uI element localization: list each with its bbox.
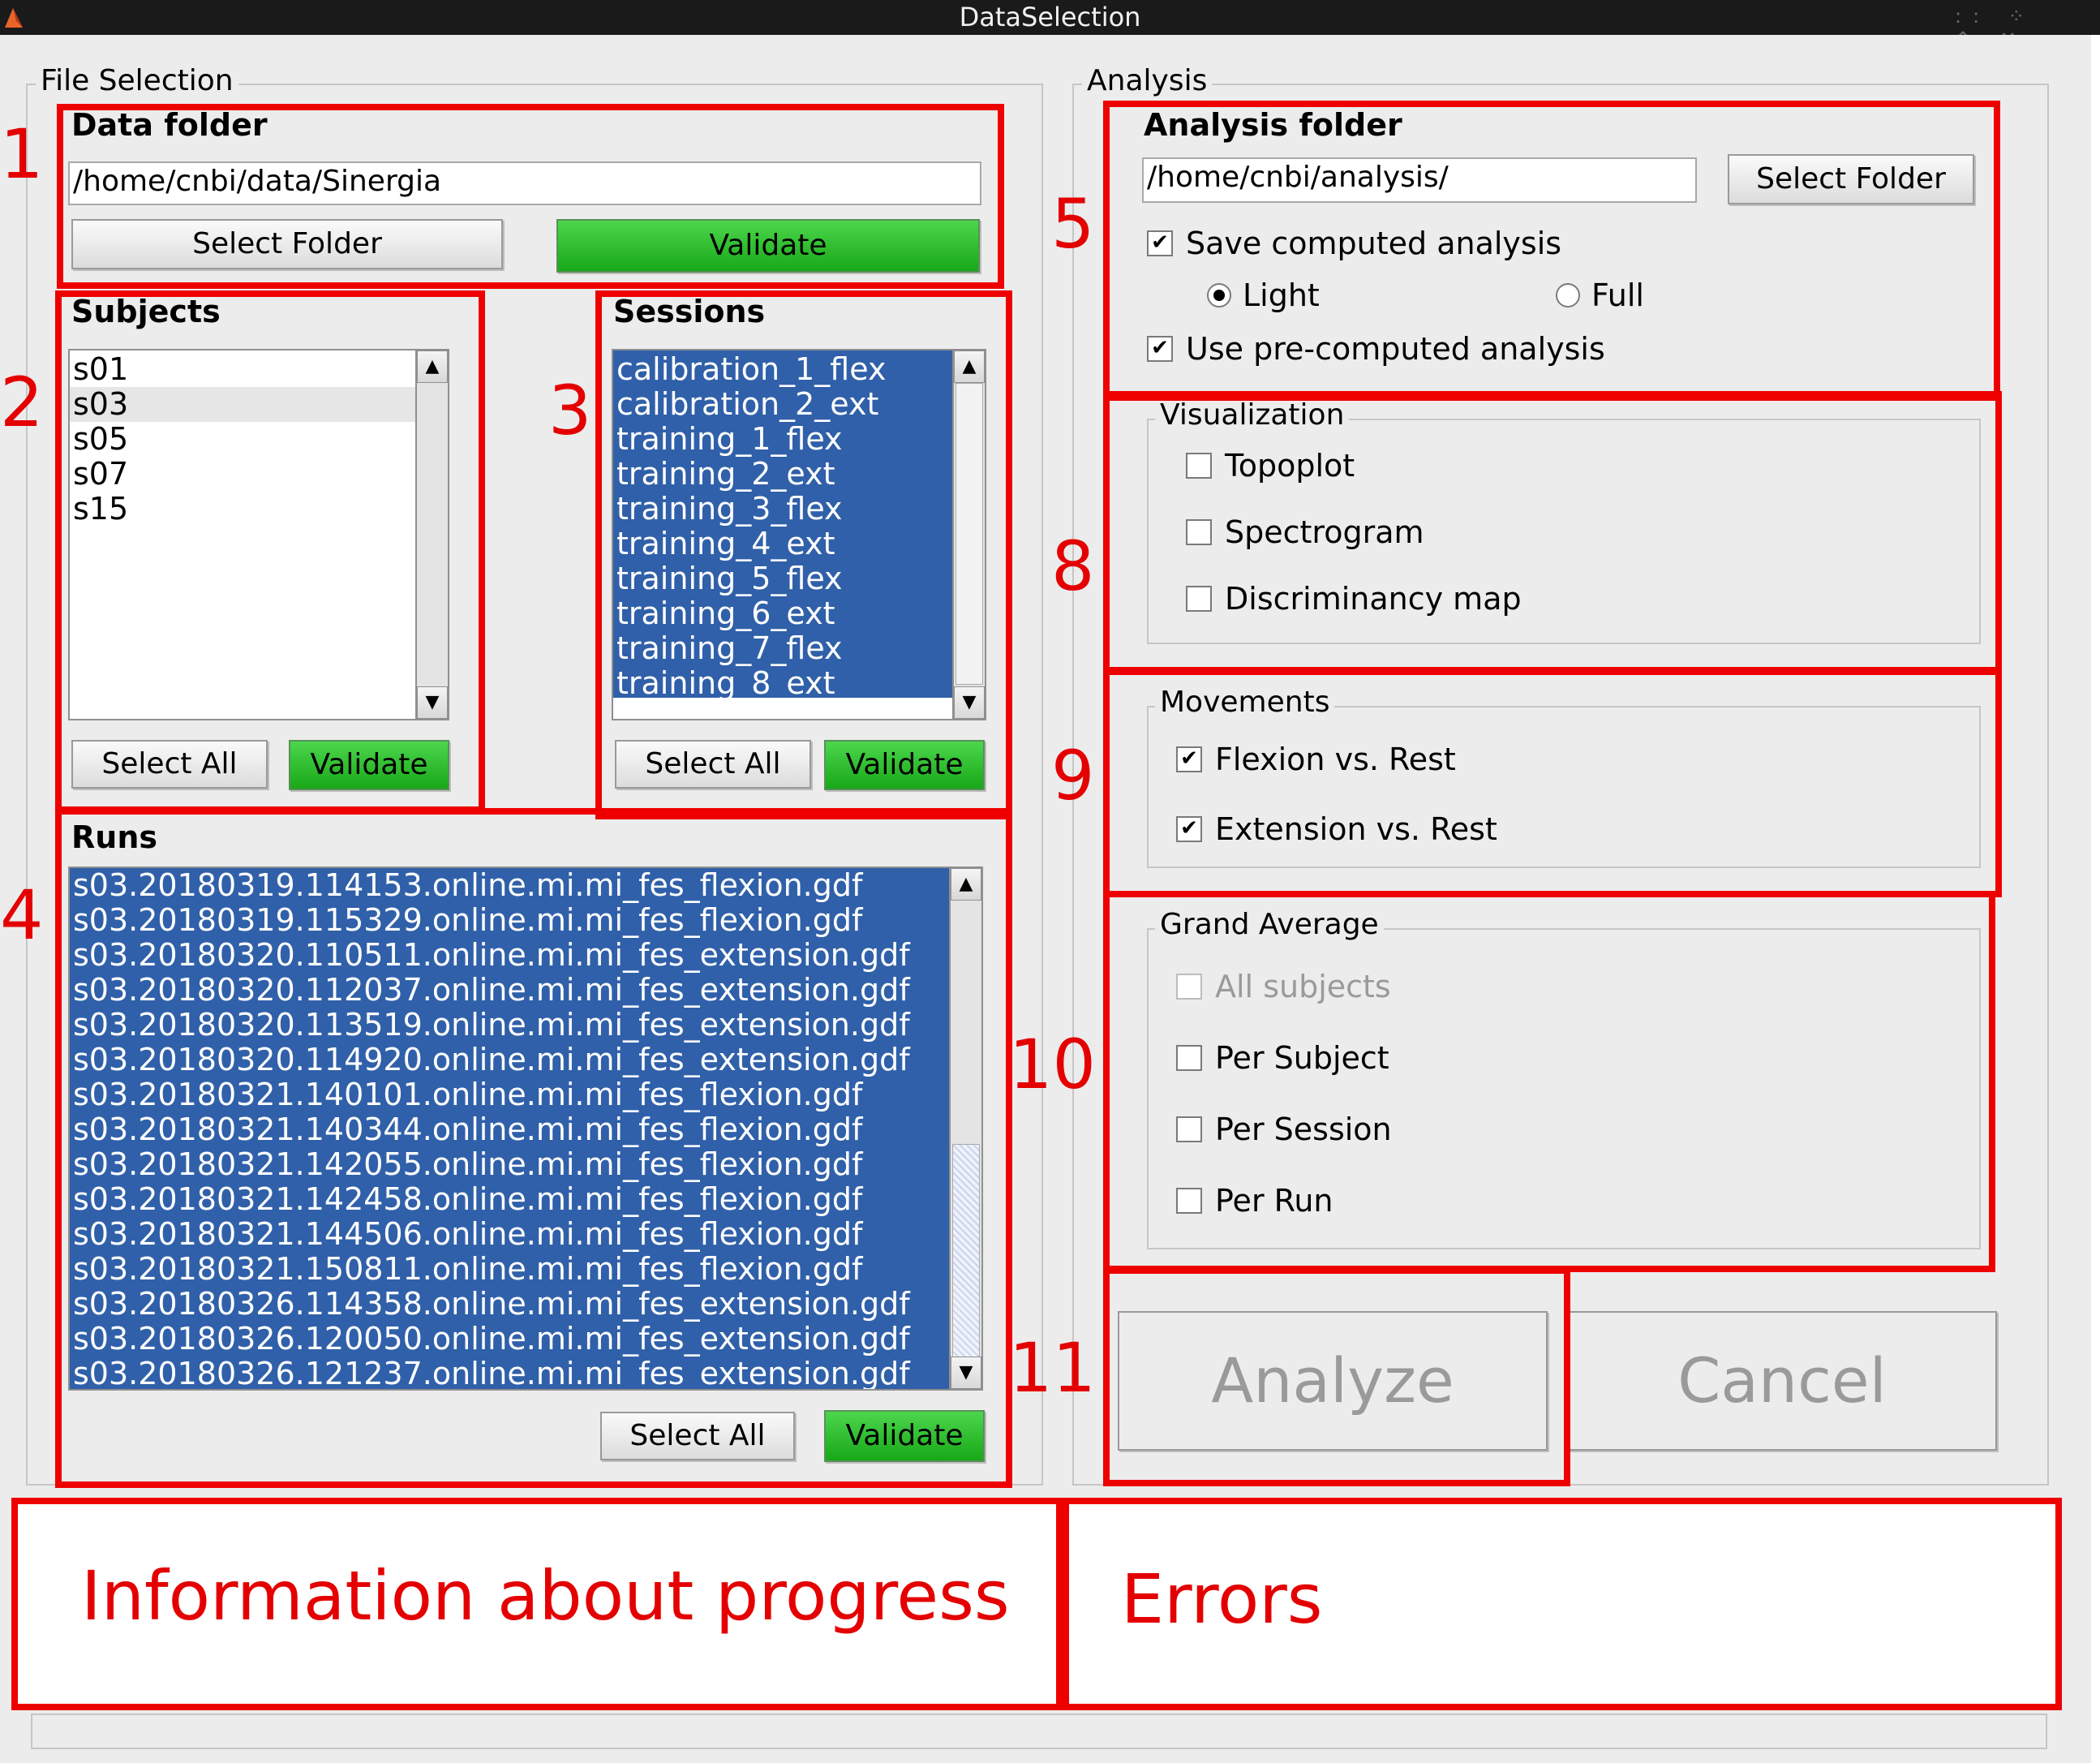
window-title: DataSelection — [959, 2, 1141, 32]
analysis-label: Analysis — [1082, 65, 1213, 97]
annotation-number-2: 2 — [0, 363, 44, 442]
annotation-box-1 — [57, 104, 1004, 289]
annotation-number-9: 9 — [1051, 736, 1095, 815]
annotation-number-10: 10 — [1009, 1025, 1096, 1104]
file-selection-label: File Selection — [36, 65, 238, 97]
cancel-label: Cancel — [1677, 1344, 1887, 1417]
annotation-box-9 — [1103, 669, 2002, 897]
annotation-number-11: 11 — [1009, 1328, 1096, 1408]
title-bar: DataSelection :: ⁘ ⌃ ✕ — [0, 0, 2100, 50]
status-bar — [31, 1714, 2047, 1749]
annotation-box-5 — [1103, 101, 2000, 401]
cancel-button[interactable]: Cancel — [1567, 1311, 1997, 1451]
progress-annotation: Information about progress — [81, 1556, 1010, 1636]
annotation-box-11 — [1103, 1267, 1570, 1486]
annotation-box-8 — [1103, 391, 2002, 673]
window-controls[interactable]: :: ⁘ ⌃ ✕ — [1955, 5, 2076, 50]
annotation-box-4 — [55, 808, 1012, 1488]
annotation-box-2 — [55, 290, 485, 813]
annotation-number-4: 4 — [0, 875, 44, 955]
annotation-number-3: 3 — [548, 371, 592, 450]
errors-annotation: Errors — [1121, 1559, 1323, 1639]
annotation-box-10 — [1103, 891, 1995, 1272]
annotation-box-3 — [595, 290, 1012, 819]
annotation-number-1: 1 — [0, 114, 44, 194]
annotation-number-5: 5 — [1051, 184, 1095, 264]
annotation-number-8: 8 — [1051, 527, 1095, 606]
